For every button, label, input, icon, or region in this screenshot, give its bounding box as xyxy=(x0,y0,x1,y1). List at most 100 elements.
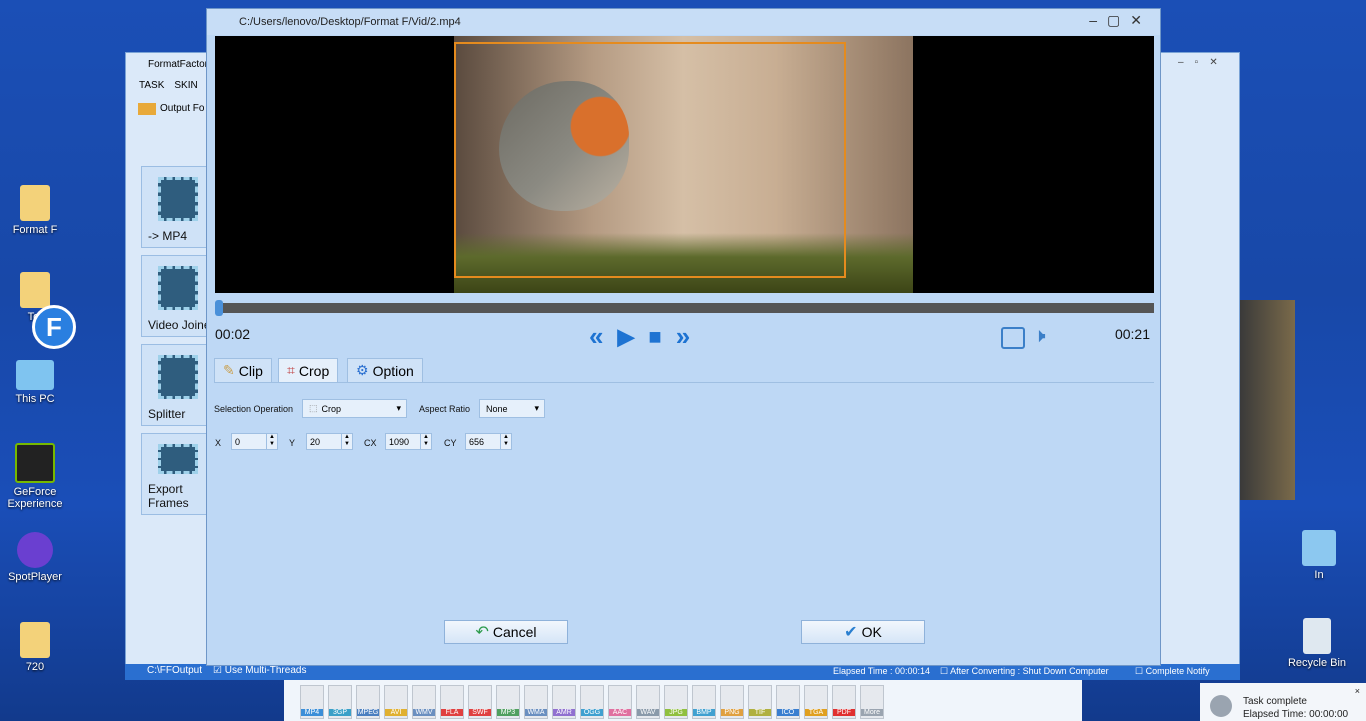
current-time: 00:02 xyxy=(215,326,251,342)
selection-operation-select[interactable]: ⬚ Crop xyxy=(302,399,407,418)
format-button-jpg[interactable]: JPG xyxy=(664,685,688,719)
format-label: TGA xyxy=(805,709,827,716)
desktop-icon-this-pc[interactable]: This PC xyxy=(0,360,70,405)
format-label: FLA xyxy=(441,709,463,716)
close-icon[interactable]: × xyxy=(1355,686,1360,696)
format-button-wav[interactable]: WAV xyxy=(636,685,660,719)
format-label: PDF xyxy=(833,709,855,716)
clip-icon: ✎ xyxy=(223,362,235,378)
format-label: 3GP xyxy=(329,709,351,716)
desktop-icon-format-f[interactable]: Format F xyxy=(0,185,70,236)
format-button-swf[interactable]: SWF xyxy=(468,685,492,719)
ok-button[interactable]: ✔ OK xyxy=(801,620,925,644)
stepper-arrows-icon[interactable]: ▲ ▼ xyxy=(500,434,511,449)
desktop-icon-recycle-bin[interactable]: Recycle Bin xyxy=(1282,618,1352,669)
cx-stepper[interactable]: 1090 ▲ ▼ xyxy=(385,433,432,450)
desktop-icon-720[interactable]: 720 xyxy=(0,622,70,673)
notification-toast[interactable]: Task complete Elapsed Time: 00:00:00 × xyxy=(1200,683,1366,721)
format-button-ico[interactable]: ICO xyxy=(776,685,800,719)
stepper-arrows-icon[interactable]: ▲ ▼ xyxy=(341,434,352,449)
format-label: WMA xyxy=(525,709,547,716)
format-toolbar: MP4 3GP MPEG AVI WMV FLA SWF MP3 WMA AMR OGG AAC WAV… xyxy=(284,680,1082,721)
format-label: SWF xyxy=(469,709,491,716)
format-button-more[interactable]: More xyxy=(860,685,884,719)
stop-icon[interactable]: ■ xyxy=(648,324,661,350)
tab-crop[interactable]: ⌗ Crop xyxy=(278,358,339,383)
seek-handle[interactable] xyxy=(215,300,223,316)
format-button-aac[interactable]: AAC xyxy=(608,685,632,719)
window-controls[interactable]: – ▫ ✕ xyxy=(1178,57,1218,68)
format-button-bmp[interactable]: BMP xyxy=(692,685,716,719)
cancel-button[interactable]: ↶ Cancel xyxy=(444,620,568,644)
format-button-tga[interactable]: TGA xyxy=(804,685,828,719)
shutdown-checkbox[interactable]: ☐ After Converting : Shut Down Computer xyxy=(940,666,1109,677)
aspect-ratio-select[interactable]: None xyxy=(479,399,545,418)
format-label: BMP xyxy=(693,709,715,716)
output-folder-button[interactable]: Output Fo xyxy=(138,103,204,115)
format-button-wma[interactable]: WMA xyxy=(524,685,548,719)
menu-bar: TASK SKIN xyxy=(139,80,198,91)
format-button-mp4[interactable]: MP4 xyxy=(300,685,324,719)
stepper-arrows-icon[interactable]: ▲ ▼ xyxy=(420,434,431,449)
sidebar-button-mp4[interactable]: -> MP4 xyxy=(141,166,211,248)
settings-sliders-icon[interactable] xyxy=(1001,327,1025,349)
format-button-tif[interactable]: TIF xyxy=(748,685,772,719)
sidebar-button-export-frames[interactable]: Export Frames xyxy=(141,433,211,515)
format-label: ICO xyxy=(777,709,799,716)
y-stepper[interactable]: 20 ▲ ▼ xyxy=(306,433,353,450)
format-label: TIF xyxy=(749,709,771,716)
video-preview[interactable] xyxy=(215,36,1154,293)
menu-skin[interactable]: SKIN xyxy=(174,80,197,91)
format-button-ogg[interactable]: OGG xyxy=(580,685,604,719)
desktop-icon-spotplayer[interactable]: SpotPlayer xyxy=(0,532,70,583)
format-button-pdf[interactable]: PDF xyxy=(832,685,856,719)
desktop-icon-in[interactable]: In xyxy=(1284,530,1354,581)
format-button-amr[interactable]: AMR xyxy=(552,685,576,719)
format-button-avi[interactable]: AVI xyxy=(384,685,408,719)
folder-icon xyxy=(20,272,50,308)
tab-option[interactable]: ⚙ Option xyxy=(347,358,423,383)
crop-selection-rectangle[interactable] xyxy=(454,42,846,278)
fast-forward-icon[interactable]: » xyxy=(676,321,690,352)
format-button-png[interactable]: PNG xyxy=(720,685,744,719)
volume-icon[interactable]: 🕨 xyxy=(1033,325,1046,348)
format-label: MP4 xyxy=(301,709,323,716)
play-icon[interactable]: ▶ xyxy=(617,324,634,350)
film-icon xyxy=(158,444,198,474)
format-button-3gp[interactable]: 3GP xyxy=(328,685,352,719)
desktop-icon-geforce[interactable]: GeForce Experience xyxy=(0,443,70,510)
menu-task[interactable]: TASK xyxy=(139,80,164,91)
format-button-mp3[interactable]: MP3 xyxy=(496,685,520,719)
check-circle-icon: ✔ xyxy=(844,624,858,641)
stepper-arrows-icon[interactable]: ▲ ▼ xyxy=(266,434,277,449)
format-button-mpeg[interactable]: MPEG xyxy=(356,685,380,719)
play-icon xyxy=(17,532,53,568)
sidebar-button-splitter[interactable]: Splitter xyxy=(141,344,211,426)
format-label: AMR xyxy=(553,709,575,716)
sidebar-button-video-joiner[interactable]: Video Joiner xyxy=(141,255,211,337)
format-label: OGG xyxy=(581,709,603,716)
complete-notify-checkbox[interactable]: ☐ Complete Notify xyxy=(1135,666,1210,677)
x-stepper[interactable]: 0 ▲ ▼ xyxy=(231,433,278,450)
network-icon xyxy=(1302,530,1336,566)
undo-arrow-icon: ↶ xyxy=(475,624,489,641)
gear-icon: ⚙ xyxy=(356,362,369,378)
background-window-preview xyxy=(1240,300,1295,500)
cy-stepper[interactable]: 656 ▲ ▼ xyxy=(465,433,512,450)
window-controls[interactable]: –▢✕ xyxy=(1089,12,1152,29)
format-button-wmv[interactable]: WMV xyxy=(412,685,436,719)
format-label: WMV xyxy=(413,709,435,716)
nvidia-icon xyxy=(15,443,55,483)
tab-clip[interactable]: ✎ Clip xyxy=(214,358,272,383)
seek-bar[interactable] xyxy=(215,300,1154,316)
multi-threads-checkbox[interactable]: ☑ Use Multi-Threads xyxy=(213,665,306,676)
total-time: 00:21 xyxy=(1114,326,1150,342)
format-button-fla[interactable]: FLA xyxy=(440,685,464,719)
output-path[interactable]: C:\FFOutput xyxy=(147,665,202,676)
status-bar: C:\FFOutput ☑ Use Multi-Threads Elapsed … xyxy=(125,664,1240,680)
format-label: MPEG xyxy=(357,709,379,716)
format-label: More xyxy=(861,709,883,716)
computer-icon xyxy=(16,360,54,390)
dialog-title-bar: C:/Users/lenovo/Desktop/Format F/Vid/2.m… xyxy=(207,9,1160,35)
rewind-icon[interactable]: « xyxy=(589,321,603,352)
